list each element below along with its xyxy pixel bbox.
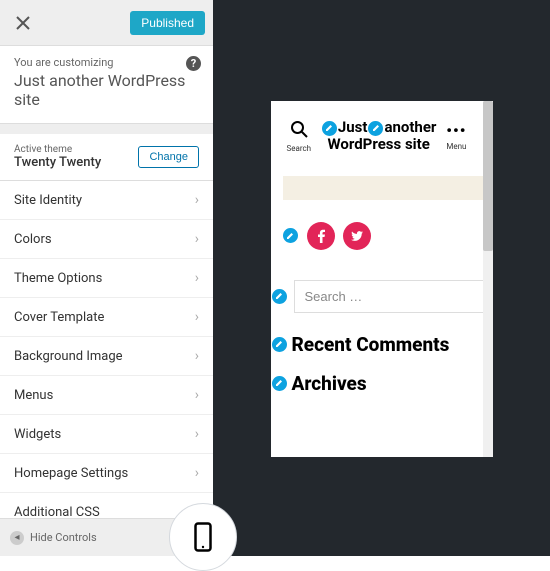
edit-shortcut-icon[interactable]	[272, 376, 287, 391]
search-icon	[290, 120, 308, 138]
chevron-right-icon: ›	[195, 309, 199, 325]
chevron-right-icon: ›	[195, 348, 199, 364]
info-title: Just another WordPress site	[14, 71, 199, 109]
title-part: Just	[338, 118, 368, 136]
chevron-right-icon: ›	[195, 231, 199, 247]
content-strip	[283, 176, 483, 200]
theme-sublabel: Active theme	[14, 144, 101, 155]
search-widget: SEARCH	[271, 280, 467, 313]
edit-shortcut-icon[interactable]	[272, 289, 287, 304]
option-menus[interactable]: Menus ›	[0, 376, 213, 415]
chevron-right-icon: ›	[195, 270, 199, 286]
theme-block: Active theme Twenty Twenty Change	[0, 134, 213, 181]
title-part: another	[384, 118, 436, 136]
option-label: Theme Options	[14, 271, 102, 286]
twitter-button[interactable]	[343, 222, 371, 250]
chevron-right-icon: ›	[195, 465, 199, 481]
mobile-header: Search Just another WordPress site ••• M…	[287, 119, 467, 154]
widget-recent-comments: Recent Comments	[271, 333, 467, 356]
option-cover-template[interactable]: Cover Template ›	[0, 298, 213, 337]
widget-title-text: Archives	[292, 372, 367, 395]
edit-shortcut-icon[interactable]	[272, 337, 287, 352]
sidebar-header: Published	[0, 0, 213, 46]
theme-name: Twenty Twenty	[14, 155, 101, 170]
option-label: Cover Template	[14, 310, 104, 325]
help-icon[interactable]: ?	[186, 56, 201, 71]
edit-shortcut-icon[interactable]	[368, 121, 383, 136]
collapse-icon: ◂	[10, 531, 24, 545]
option-label: Site Identity	[14, 193, 82, 208]
mobile-device-highlight[interactable]	[169, 503, 237, 571]
chevron-right-icon: ›	[195, 192, 199, 208]
widget-archives: Archives	[271, 372, 467, 395]
option-label: Widgets	[14, 427, 61, 442]
publish-button[interactable]: Published	[130, 11, 205, 35]
option-colors[interactable]: Colors ›	[0, 220, 213, 259]
change-theme-button[interactable]: Change	[138, 146, 199, 168]
option-label: Menus	[14, 388, 53, 403]
edit-shortcut-icon[interactable]	[283, 228, 298, 243]
edit-shortcut-icon[interactable]	[322, 121, 337, 136]
hide-controls-button[interactable]: ◂ Hide Controls	[10, 531, 97, 545]
close-button[interactable]	[0, 0, 46, 46]
search-input[interactable]	[294, 280, 492, 313]
site-title[interactable]: Just another WordPress site	[317, 119, 440, 154]
info-subtext: You are customizing	[14, 56, 199, 69]
mobile-icon	[194, 522, 212, 552]
option-theme-options[interactable]: Theme Options ›	[0, 259, 213, 298]
option-label: Colors	[14, 232, 52, 247]
facebook-icon	[314, 229, 328, 243]
options-list: Site Identity › Colors › Theme Options › Co…	[0, 181, 213, 532]
facebook-button[interactable]	[307, 222, 335, 250]
social-links	[282, 222, 467, 250]
widget-title-text: Recent Comments	[292, 333, 450, 356]
preview-area: Search Just another WordPress site ••• M…	[213, 0, 550, 556]
scrollbar[interactable]	[483, 101, 493, 457]
customizer-sidebar: Published ? You are customizing Just ano…	[0, 0, 213, 556]
search-label: Search	[287, 144, 312, 153]
mobile-search-button[interactable]: Search	[287, 120, 312, 153]
option-label: Background Image	[14, 349, 123, 364]
close-icon	[16, 16, 30, 30]
option-widgets[interactable]: Widgets ›	[0, 415, 213, 454]
mobile-preview-frame: Search Just another WordPress site ••• M…	[271, 101, 493, 457]
scrollbar-thumb[interactable]	[483, 101, 493, 251]
hide-controls-label: Hide Controls	[30, 531, 97, 544]
menu-label: Menu	[446, 142, 466, 151]
chevron-right-icon: ›	[195, 387, 199, 403]
option-background-image[interactable]: Background Image ›	[0, 337, 213, 376]
option-label: Homepage Settings	[14, 466, 128, 481]
twitter-icon	[350, 229, 364, 243]
option-site-identity[interactable]: Site Identity ›	[0, 181, 213, 220]
chevron-right-icon: ›	[195, 426, 199, 442]
menu-dots-icon: •••	[446, 121, 466, 140]
mobile-menu-button[interactable]: ••• Menu	[446, 121, 466, 151]
title-part: WordPress site	[328, 135, 430, 153]
customizing-info: ? You are customizing Just another WordP…	[0, 46, 213, 124]
option-homepage-settings[interactable]: Homepage Settings ›	[0, 454, 213, 493]
